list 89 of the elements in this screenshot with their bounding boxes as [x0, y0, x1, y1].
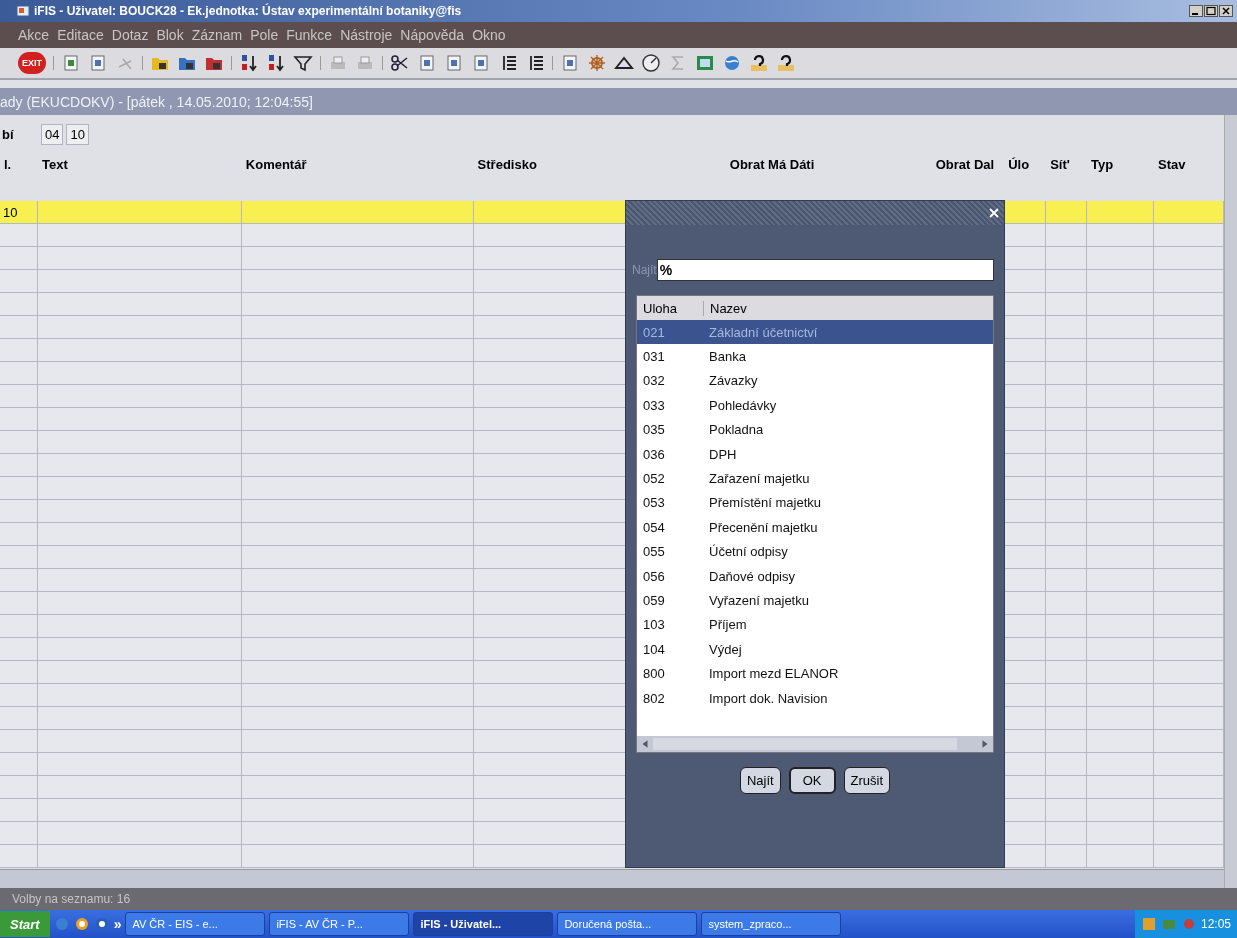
table-cell[interactable]	[241, 845, 474, 868]
mail-icon[interactable]	[73, 916, 90, 932]
column-header: Uloha	[642, 300, 678, 316]
list-item[interactable]: 035 Pokladna	[637, 417, 993, 442]
help-icon[interactable]	[776, 53, 796, 73]
column-header: Typ	[1090, 157, 1115, 172]
document-icon[interactable]	[417, 53, 437, 73]
document-icon[interactable]	[560, 53, 580, 73]
right-arrow-icon[interactable]	[980, 739, 990, 749]
spreadsheet-icon[interactable]	[695, 53, 715, 73]
tray-icon[interactable]	[1140, 916, 1157, 932]
status-text: Volby na seznamu: 16	[12, 892, 131, 906]
menu-item[interactable]: Okno	[472, 27, 506, 43]
menu-item[interactable]: Záznam	[191, 27, 243, 43]
task-button[interactable]: iFIS - Uživatel...	[413, 912, 554, 936]
dialog-button[interactable]: Najít	[740, 767, 781, 794]
horizontal-scrollbar[interactable]	[637, 736, 993, 752]
exit-button[interactable]: EXIT	[18, 52, 46, 74]
table-cell[interactable]	[1046, 845, 1088, 868]
list-item[interactable]: 031 Banka	[637, 344, 993, 369]
column-header: Nazev	[703, 300, 747, 316]
globe-icon[interactable]	[93, 916, 110, 932]
menu-item[interactable]: Dotaz	[111, 27, 149, 43]
list-item[interactable]: 802 Import dok. Navision	[637, 685, 993, 711]
menu-item[interactable]: Editace	[57, 27, 104, 43]
wheel-icon[interactable]	[587, 53, 607, 73]
window-title: iFIS - Uživatel: BOUCK28 - Ek.jednotka: Ústav experimentální botaniky@fis	[34, 4, 462, 18]
list-item[interactable]: 055 Účetní odpisy	[637, 539, 993, 564]
form-title: ady (EKUCDOKV) - [pátek , 14.05.2010; 12:04:55]	[0, 93, 313, 110]
menu-item[interactable]: Akce	[18, 27, 50, 43]
column-header: Text	[40, 157, 69, 172]
list-item[interactable]: 059 Vyřazení majetku	[637, 588, 993, 613]
column-header: Komentář	[244, 157, 308, 172]
task-button[interactable]: Doručená pošta...	[557, 912, 698, 936]
column-header: Sít'	[1049, 157, 1071, 172]
vertical-scrollbar[interactable]	[1224, 115, 1237, 888]
list-item[interactable]: 021 Základní účetnictví	[637, 320, 993, 345]
sort-icon[interactable]	[266, 53, 286, 73]
menu-item[interactable]: Nápověda	[400, 27, 465, 43]
record-field[interactable]: 04	[41, 123, 64, 145]
more-button[interactable]: »	[113, 916, 122, 932]
menu-item[interactable]: Blok	[156, 27, 184, 43]
horizontal-scrollbar[interactable]	[0, 869, 1224, 888]
column-header: Obrat Má Dáti	[728, 157, 816, 172]
dialog-button[interactable]: OK	[788, 767, 836, 794]
help-icon[interactable]	[749, 53, 769, 73]
scissors-icon[interactable]	[390, 53, 410, 73]
app-icon	[16, 4, 30, 18]
table-cell[interactable]	[0, 845, 38, 868]
list-item[interactable]: 056 Daňové odpisy	[637, 563, 993, 589]
task-button[interactable]: iFIS - AV ČR - P...	[269, 912, 410, 936]
list-item[interactable]: 033 Pohledávky	[637, 393, 993, 418]
maximize-icon[interactable]	[1204, 5, 1218, 17]
list-item[interactable]: 052 Zařazení majetku	[637, 466, 993, 491]
list-item[interactable]: 054 Přecenění majetku	[637, 515, 993, 540]
list-item[interactable]: 032 Závazky	[637, 368, 993, 394]
column-header: Úlo	[1007, 157, 1031, 172]
column-header: Obrat Dal	[934, 157, 996, 172]
field-label: bí	[2, 126, 15, 142]
menu-item[interactable]: Pole	[250, 27, 279, 43]
sort-icon[interactable]	[239, 53, 259, 73]
document-icon[interactable]	[471, 53, 491, 73]
document-icon[interactable]	[88, 53, 108, 73]
start-button[interactable]: Start	[0, 911, 50, 937]
task-button[interactable]: AV ČR - EIS - e...	[125, 912, 266, 936]
document-icon[interactable]	[61, 53, 81, 73]
table-cell[interactable]	[1087, 845, 1155, 868]
menu-item[interactable]: Funkce	[286, 27, 333, 43]
filter-icon[interactable]	[293, 53, 313, 73]
column-header: l.	[3, 157, 13, 172]
dialog-button[interactable]: Zrušit	[843, 767, 890, 794]
clock: 12:05	[1200, 917, 1231, 931]
document-icon[interactable]	[444, 53, 464, 73]
left-arrow-icon[interactable]	[640, 739, 650, 749]
search-field[interactable]: %	[656, 259, 994, 281]
close-icon[interactable]	[1219, 5, 1233, 17]
list-item[interactable]: 103 Příjem	[637, 612, 993, 638]
gauge-icon[interactable]	[641, 53, 661, 73]
record-field[interactable]: 10	[66, 123, 89, 145]
table-cell[interactable]	[37, 845, 242, 868]
column-header: Středisko	[476, 157, 538, 172]
list-item[interactable]: 053 Přemístění majetku	[637, 490, 993, 516]
globe-icon[interactable]	[722, 53, 742, 73]
task-button[interactable]: system_zpraco...	[701, 912, 842, 936]
minimize-icon[interactable]	[1189, 5, 1203, 17]
search-label: Najít	[632, 263, 657, 277]
column-header: Stav	[1157, 157, 1187, 172]
list-item[interactable]: 036 DPH	[637, 441, 993, 467]
menu-item[interactable]: Nástroje	[340, 27, 393, 43]
